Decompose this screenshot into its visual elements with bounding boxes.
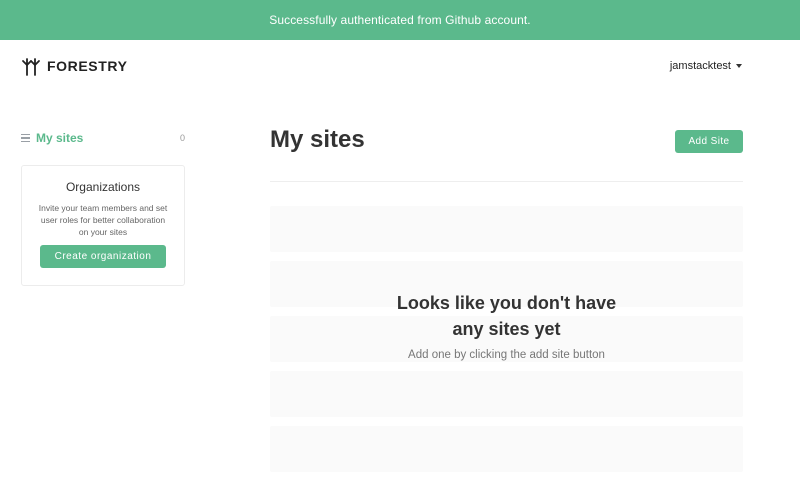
add-site-button[interactable]: Add Site <box>675 130 743 153</box>
organizations-card: Organizations Invite your team members a… <box>21 165 185 286</box>
success-banner: Successfully authenticated from Github a… <box>0 0 800 40</box>
logo-text: FORESTRY <box>47 58 128 74</box>
site-placeholder-row <box>270 371 743 417</box>
sidebar-item-label: My sites <box>36 131 84 145</box>
empty-state-heading-line1: Looks like you don't have <box>396 293 617 313</box>
sidebar-item-my-sites[interactable]: My sites 0 <box>21 130 185 146</box>
caret-down-icon <box>736 64 742 68</box>
list-icon <box>21 134 30 142</box>
tree-logo-icon <box>22 58 40 76</box>
forestry-logo[interactable]: FORESTRY <box>21 56 128 76</box>
user-menu[interactable]: jamstacktest <box>670 60 742 72</box>
organizations-title: Organizations <box>65 180 141 194</box>
create-organization-button[interactable]: Create organization <box>40 245 166 268</box>
site-placeholder-row <box>270 206 743 252</box>
empty-state-heading-line2: any sites yet <box>452 319 561 339</box>
banner-message: Successfully authenticated from Github a… <box>269 13 531 27</box>
divider <box>270 181 743 182</box>
site-placeholder-row <box>270 426 743 472</box>
username: jamstacktest <box>669 60 731 72</box>
organizations-description: Invite your team members and set user ro… <box>38 203 168 237</box>
sites-count: 0 <box>179 133 185 143</box>
empty-state-subtext: Add one by clicking the add site button <box>408 349 605 361</box>
empty-state: Looks like you don't have any sites yet … <box>270 290 743 361</box>
page-title: My sites <box>270 126 365 153</box>
